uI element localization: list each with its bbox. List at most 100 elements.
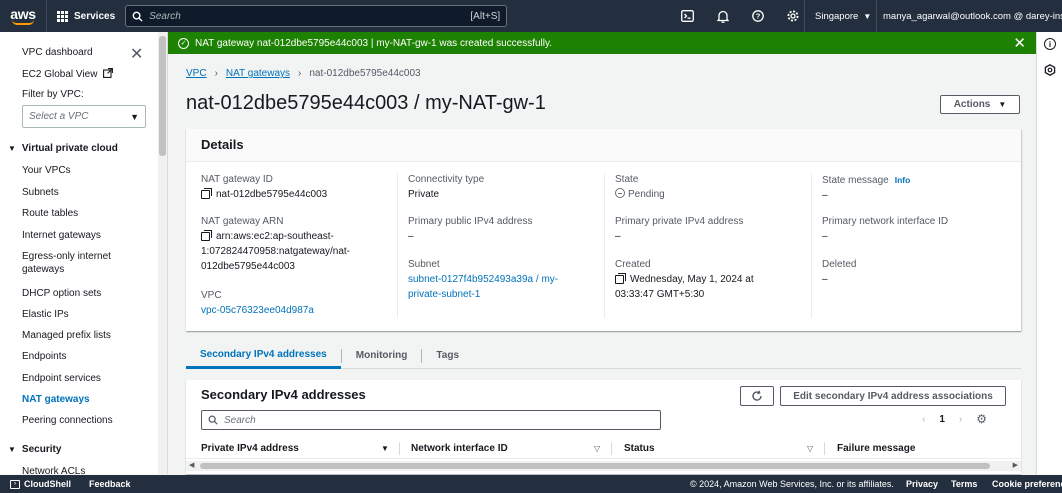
- refresh-button[interactable]: [740, 386, 774, 406]
- scrollbar-thumb[interactable]: [159, 36, 166, 156]
- column-label: Status: [624, 442, 655, 454]
- dismiss-close-icon[interactable]: ✕: [1013, 34, 1026, 52]
- sidebar-item-elastic-ips[interactable]: Elastic IPs: [22, 308, 69, 321]
- sidebar-item-your-vpcs[interactable]: Your VPCs: [22, 164, 71, 177]
- breadcrumb-vpc-link[interactable]: VPC: [186, 68, 207, 79]
- privacy-link[interactable]: Privacy: [906, 479, 938, 489]
- secondary-ipv4-search-input[interactable]: Search: [201, 410, 661, 430]
- copy-icon[interactable]: [615, 273, 626, 284]
- side-navigation: VPC dashboard ✕ EC2 Global View Filter b…: [0, 32, 168, 474]
- sidebar-item-ec2-global-view[interactable]: EC2 Global View: [22, 68, 114, 81]
- vpc-link[interactable]: vpc-05c76323ee04d987a: [201, 303, 391, 318]
- vpc-filter-select[interactable]: Select a VPC ▼: [22, 105, 146, 128]
- created-line: Wednesday, May 1, 2024 at: [630, 274, 754, 285]
- tab-secondary-ipv4-addresses[interactable]: Secondary IPv4 addresses: [186, 343, 341, 369]
- field-label: Deleted: [822, 259, 857, 270]
- scroll-right-arrow-icon[interactable]: ▶: [1013, 461, 1018, 469]
- breadcrumb-current: nat-012dbe5795e44c003: [309, 68, 421, 79]
- feedback-link[interactable]: Feedback: [89, 479, 131, 489]
- column-header-network-interface-id[interactable]: Network interface ID ▽: [411, 437, 601, 459]
- flash-message: NAT gateway nat-012dbe5795e44c003 | my-N…: [195, 37, 553, 49]
- cloudshell-icon[interactable]: [670, 0, 705, 32]
- sidebar-item-peering-connections[interactable]: Peering connections: [22, 414, 113, 427]
- pagination: ‹ 1 › ⚙: [922, 412, 987, 426]
- field-label: Primary public IPv4 address: [408, 216, 533, 227]
- sidebar-item-network-acls[interactable]: Network ACLs: [22, 465, 85, 474]
- close-icon[interactable]: ✕: [130, 44, 143, 64]
- sort-icon: ▽: [807, 443, 814, 453]
- column-header-failure-message[interactable]: Failure message: [837, 437, 1007, 459]
- edit-secondary-ipv4-button[interactable]: Edit secondary IPv4 address associations: [780, 386, 1006, 406]
- global-search-input[interactable]: Search [Alt+S]: [125, 5, 508, 27]
- scroll-left-arrow-icon[interactable]: ◀: [189, 461, 194, 469]
- copy-icon[interactable]: [201, 230, 212, 241]
- sidebar-item-egress-only-internet-gateways[interactable]: Egress-only internet gateways: [22, 250, 132, 276]
- aws-logo[interactable]: aws: [0, 0, 46, 32]
- refresh-icon: [752, 390, 762, 401]
- deleted-field: Deleted –: [822, 258, 1012, 287]
- terms-link[interactable]: Terms: [951, 479, 977, 489]
- cloudshell-button[interactable]: › CloudShell: [0, 479, 71, 489]
- sidebar-item-vpc-dashboard[interactable]: VPC dashboard: [22, 46, 93, 59]
- region-selector[interactable]: Singapore ▼: [804, 0, 881, 32]
- current-page[interactable]: 1: [939, 414, 945, 425]
- sort-icon: ▽: [594, 443, 601, 453]
- copy-icon[interactable]: [201, 188, 212, 199]
- subnet-link[interactable]: subnet-0127f4b952493a39a / my-: [408, 272, 598, 287]
- tab-tags[interactable]: Tags: [422, 343, 473, 369]
- breadcrumb-nat-gateways-link[interactable]: NAT gateways: [226, 68, 290, 79]
- chevron-right-icon: ›: [214, 68, 218, 79]
- search-placeholder: Search: [149, 10, 181, 22]
- column-divider: [397, 173, 398, 318]
- info-icon[interactable]: i: [1044, 38, 1056, 50]
- account-menu[interactable]: manya_agarwal@outlook.com @ darey-ins ▼: [876, 0, 1062, 32]
- sidebar-item-internet-gateways[interactable]: Internet gateways: [22, 229, 101, 242]
- bell-icon[interactable]: [705, 0, 740, 32]
- field-label: State message: [822, 175, 889, 186]
- table-horizontal-scrollbar[interactable]: ◀ ▶: [186, 461, 1021, 471]
- sidebar-item-endpoints[interactable]: Endpoints: [22, 350, 66, 363]
- secondary-ipv4-panel: Secondary IPv4 addresses Edit secondary …: [186, 380, 1021, 474]
- chevron-left-icon[interactable]: ‹: [922, 414, 925, 425]
- search-icon: [208, 415, 218, 425]
- info-link[interactable]: Info: [895, 175, 911, 185]
- field-label: State: [615, 174, 639, 185]
- search-icon: [132, 11, 143, 22]
- secondary-ipv4-heading: Secondary IPv4 addresses: [201, 387, 366, 402]
- nat-gateway-arn-field: NAT gateway ARN arn:aws:ec2:ap-southeast…: [201, 215, 391, 274]
- sidebar-item-subnets[interactable]: Subnets: [22, 186, 59, 199]
- primary-private-ip-field: Primary private IPv4 address –: [615, 215, 805, 244]
- help-icon[interactable]: ?: [740, 0, 775, 32]
- sidebar-item-nat-gateways[interactable]: NAT gateways: [22, 393, 90, 406]
- sidebar-item-endpoint-services[interactable]: Endpoint services: [22, 372, 101, 385]
- settings-hexagon-icon[interactable]: [1044, 64, 1056, 76]
- subnet-link[interactable]: private-subnet-1: [408, 287, 598, 302]
- scrollbar-thumb[interactable]: [200, 463, 990, 469]
- sidebar-section-virtual-private-cloud[interactable]: ▼ Virtual private cloud: [8, 143, 118, 154]
- chevron-right-icon[interactable]: ›: [959, 414, 962, 425]
- sidebar-item-route-tables[interactable]: Route tables: [22, 207, 78, 220]
- tab-monitoring[interactable]: Monitoring: [342, 343, 422, 369]
- sidebar-item-managed-prefix-lists[interactable]: Managed prefix lists: [22, 329, 111, 342]
- account-label: manya_agarwal@outlook.com @ darey-ins: [883, 10, 1062, 22]
- cloudshell-icon: ›: [10, 479, 20, 489]
- column-header-status[interactable]: Status ▽: [624, 437, 814, 459]
- sidebar-item-dhcp-option-sets[interactable]: DHCP option sets: [22, 287, 101, 300]
- state-value: Pending: [628, 189, 665, 200]
- nat-gateway-id-value: nat-012dbe5795e44c003: [216, 189, 328, 200]
- success-check-icon: ✓: [178, 37, 189, 49]
- cookie-preferences-link[interactable]: Cookie preferences: [992, 479, 1062, 489]
- table-preferences-gear-icon[interactable]: ⚙: [976, 412, 987, 426]
- field-label: Primary private IPv4 address: [615, 216, 744, 227]
- aws-logo-text: aws: [10, 5, 36, 22]
- actions-button[interactable]: Actions ▼: [940, 95, 1020, 114]
- subnet-field: Subnet subnet-0127f4b952493a39a / my- pr…: [408, 258, 598, 302]
- sidebar-section-security[interactable]: ▼ Security: [8, 444, 61, 455]
- column-divider: [399, 442, 400, 455]
- services-menu-button[interactable]: Services: [46, 0, 125, 32]
- column-header-private-ipv4[interactable]: Private IPv4 address ▼: [201, 437, 391, 459]
- details-panel: Details NAT gateway ID nat-012dbe5795e44…: [186, 129, 1021, 331]
- eni-value: –: [822, 231, 828, 242]
- detail-tabs: Secondary IPv4 addresses Monitoring Tags: [186, 343, 1021, 369]
- sidebar-scrollbar[interactable]: [158, 32, 167, 474]
